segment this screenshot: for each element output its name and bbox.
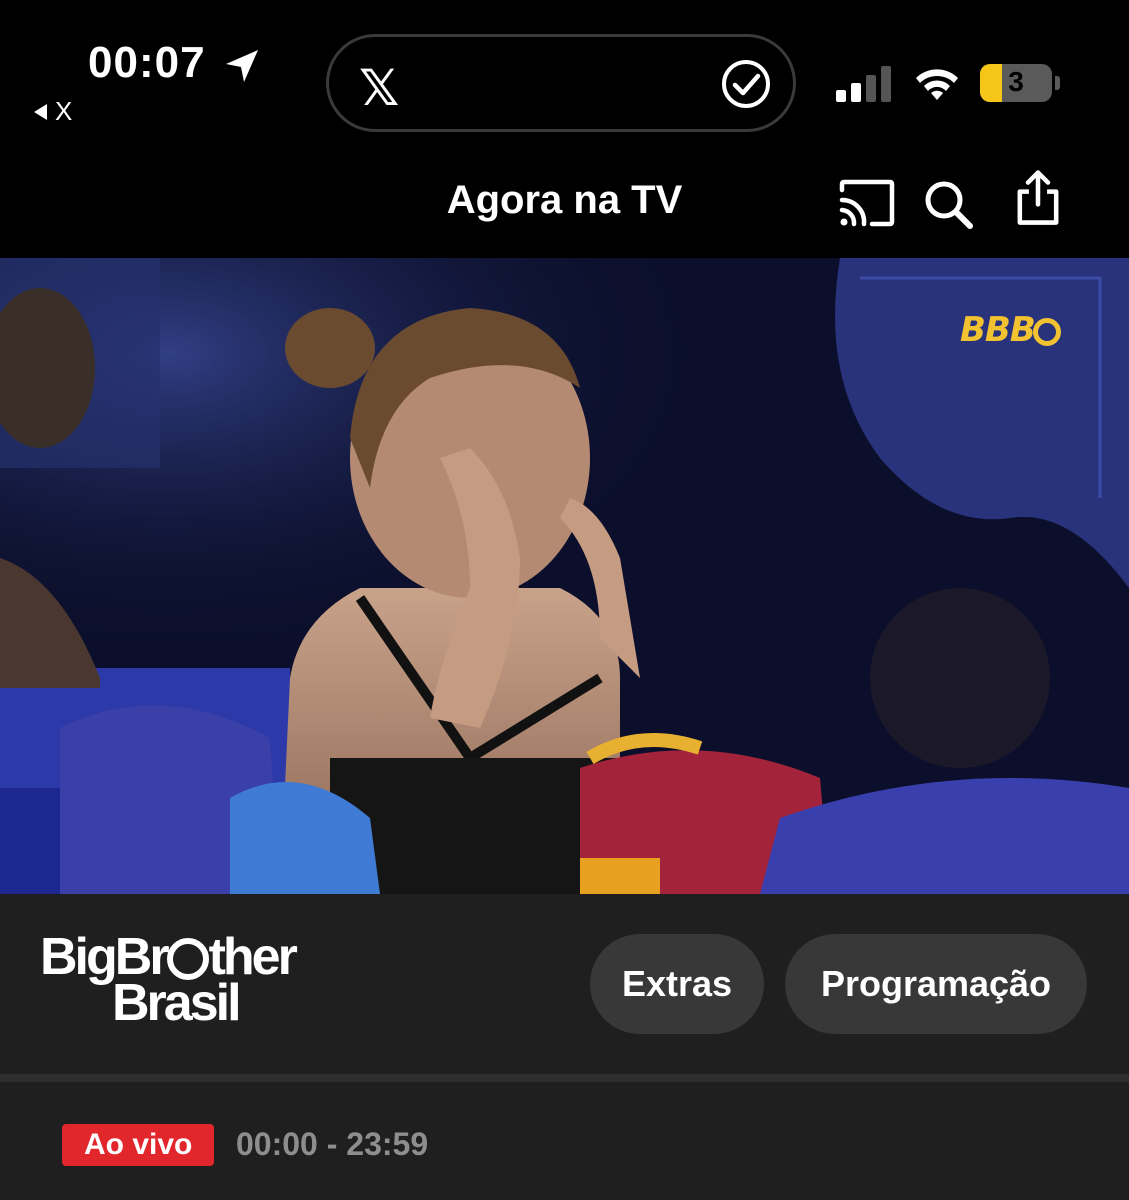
big-brother-brasil-logo: BigBr ther Brasil [40, 931, 298, 1032]
share-icon[interactable] [1008, 168, 1068, 228]
video-frame-image [0, 258, 1129, 894]
back-to-app-button[interactable]: X [34, 96, 72, 127]
battery-nub [1055, 76, 1060, 90]
battery-icon: 3 [980, 64, 1060, 102]
search-icon[interactable] [918, 174, 978, 234]
status-bar: 00:07 X 𝕏 3 [0, 0, 1129, 140]
programacao-button[interactable]: Programação [785, 934, 1087, 1034]
wifi-icon [916, 69, 958, 100]
back-app-label: X [55, 96, 73, 126]
nav-bar: Agora na TV [0, 140, 1129, 258]
live-badge: Ao vivo [62, 1124, 215, 1166]
dynamic-island[interactable]: 𝕏 [326, 34, 796, 132]
x-logo-icon: 𝕏 [359, 59, 400, 117]
cast-icon[interactable] [836, 174, 896, 234]
signal-icon [836, 66, 891, 102]
bbb-watermark: BBB [960, 310, 1061, 350]
battery-level: 3 [1008, 66, 1024, 97]
show-info-bar: BigBr ther Brasil Extras Programação [0, 894, 1129, 1074]
watermark-text: BBB [960, 310, 1036, 350]
checkmark-icon [722, 60, 770, 108]
back-triangle-icon [34, 103, 47, 120]
clock: 00:07 [88, 38, 206, 87]
divider [0, 1074, 1129, 1082]
location-arrow-icon [226, 50, 258, 82]
extras-button[interactable]: Extras [590, 934, 764, 1034]
video-player[interactable]: BBB [0, 258, 1129, 894]
live-program-row[interactable]: Ao vivo 00:00 - 23:59 [0, 1082, 1129, 1200]
logo-text-2: Brasil [112, 974, 242, 1032]
eye-icon [1032, 317, 1061, 346]
program-time-range: 00:00 - 23:59 [236, 1126, 429, 1162]
